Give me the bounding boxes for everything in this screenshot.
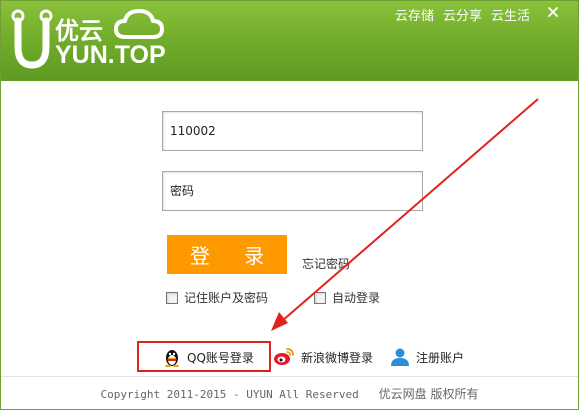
login-button[interactable]: 登 录 <box>167 235 287 274</box>
username-input[interactable] <box>163 112 422 150</box>
forgot-password-link[interactable]: 忘记密码 <box>302 255 350 272</box>
password-field[interactable] <box>162 171 423 211</box>
rights-text: 优云网盘 版权所有 <box>378 387 479 401</box>
weibo-icon <box>274 348 294 365</box>
login-window: 优云 YUN.TOP 云存储 云分享 云生活 登 录 忘记密码 记住账户及密码 … <box>0 0 579 410</box>
register-label: 注册账户 <box>416 350 465 365</box>
footer: Copyright 2011-2015 - UYUN All Reserved … <box>1 385 578 402</box>
nav-cloud-share[interactable]: 云分享 <box>443 5 482 24</box>
copyright-text: Copyright 2011-2015 - UYUN All Reserved <box>100 388 359 401</box>
register-button[interactable]: 注册账户 <box>390 343 464 371</box>
remember-label: 记住账户及密码 <box>184 291 269 305</box>
footer-divider <box>1 376 578 377</box>
cloud-logo-icon <box>114 9 164 39</box>
weibo-login-label: 新浪微博登录 <box>301 350 374 365</box>
qq-login-button[interactable]: QQ账号登录 <box>163 343 254 371</box>
weibo-login-button[interactable]: 新浪微博登录 <box>273 343 373 371</box>
qq-login-label: QQ账号登录 <box>187 350 254 365</box>
nav-cloud-life[interactable]: 云生活 <box>491 5 530 24</box>
auto-login-label: 自动登录 <box>332 291 381 305</box>
password-input[interactable] <box>163 172 422 210</box>
user-icon <box>391 348 409 366</box>
close-icon[interactable] <box>546 5 560 19</box>
auto-login-checkbox[interactable]: 自动登录 <box>314 289 380 306</box>
qq-penguin-icon <box>165 350 179 367</box>
header-bar: 优云 YUN.TOP 云存储 云分享 云生活 <box>1 1 578 81</box>
auto-login-checkbox-box[interactable] <box>314 291 326 304</box>
remember-checkbox[interactable]: 记住账户及密码 <box>166 289 268 306</box>
top-nav: 云存储 云分享 云生活 <box>395 5 530 24</box>
remember-checkbox-box[interactable] <box>166 291 178 304</box>
logo-english-text: YUN.TOP <box>55 41 166 69</box>
username-field[interactable] <box>162 111 423 151</box>
nav-cloud-storage[interactable]: 云存储 <box>395 5 434 24</box>
logo-u-icon <box>11 9 53 69</box>
